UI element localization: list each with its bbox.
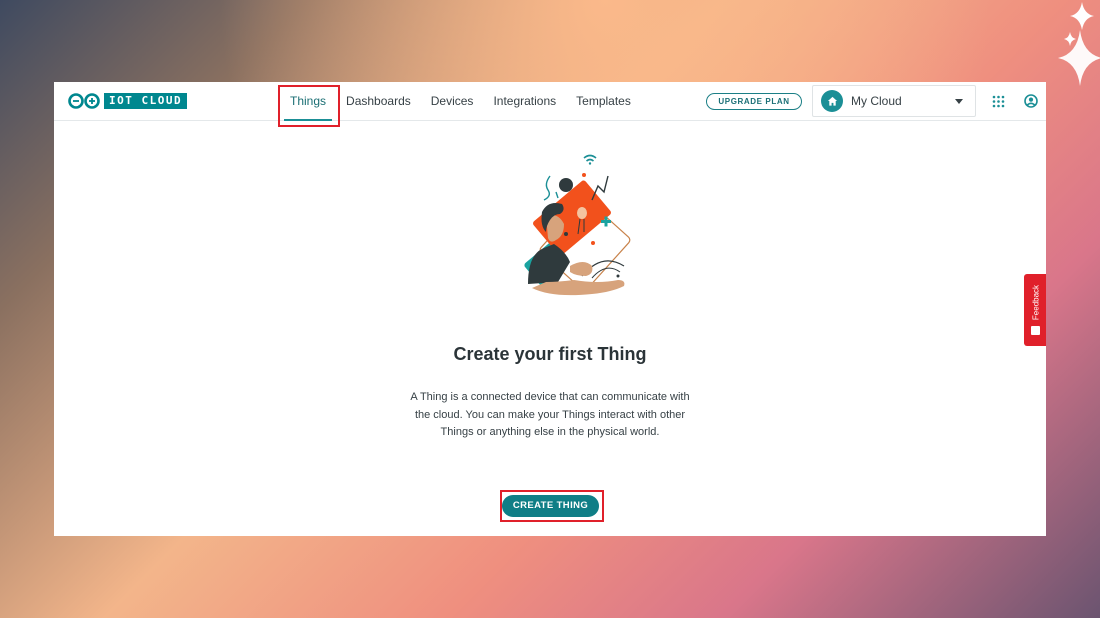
upgrade-plan-button[interactable]: UPGRADE PLAN: [706, 93, 802, 110]
cloud-selector-value: My Cloud: [851, 94, 902, 108]
tab-integrations[interactable]: Integrations: [483, 82, 566, 121]
apps-grid-icon[interactable]: [992, 95, 1005, 108]
create-thing-button[interactable]: CREATE THING: [502, 495, 599, 517]
cloud-selector[interactable]: My Cloud: [812, 85, 976, 117]
sparkle-decoration: [1058, 2, 1100, 86]
feedback-label: Feedback: [1031, 284, 1041, 321]
page-title: Create your first Thing: [453, 344, 647, 364]
home-icon: [821, 90, 843, 112]
tab-dashboards[interactable]: Dashboards: [336, 82, 421, 121]
feedback-icon: [1031, 326, 1040, 335]
page-description: A Thing is a connected device that can c…: [410, 391, 690, 438]
user-account-icon[interactable]: [1024, 94, 1038, 108]
logo-text: IOT CLOUD: [104, 93, 188, 109]
app-window: IOT CLOUD Things Dashboards Devices Inte…: [54, 82, 1046, 536]
tab-devices[interactable]: Devices: [421, 82, 484, 121]
feedback-tab[interactable]: Feedback: [1024, 274, 1046, 346]
things-tab-highlight: [278, 85, 340, 127]
top-navigation-bar: IOT CLOUD Things Dashboards Devices Inte…: [54, 82, 1046, 127]
iot-cloud-logo[interactable]: IOT CLOUD: [67, 93, 188, 109]
arduino-infinity-icon: [68, 93, 100, 109]
chevron-down-icon: [955, 99, 963, 104]
person-with-device-illustration: [524, 154, 631, 296]
tab-templates[interactable]: Templates: [566, 82, 641, 121]
